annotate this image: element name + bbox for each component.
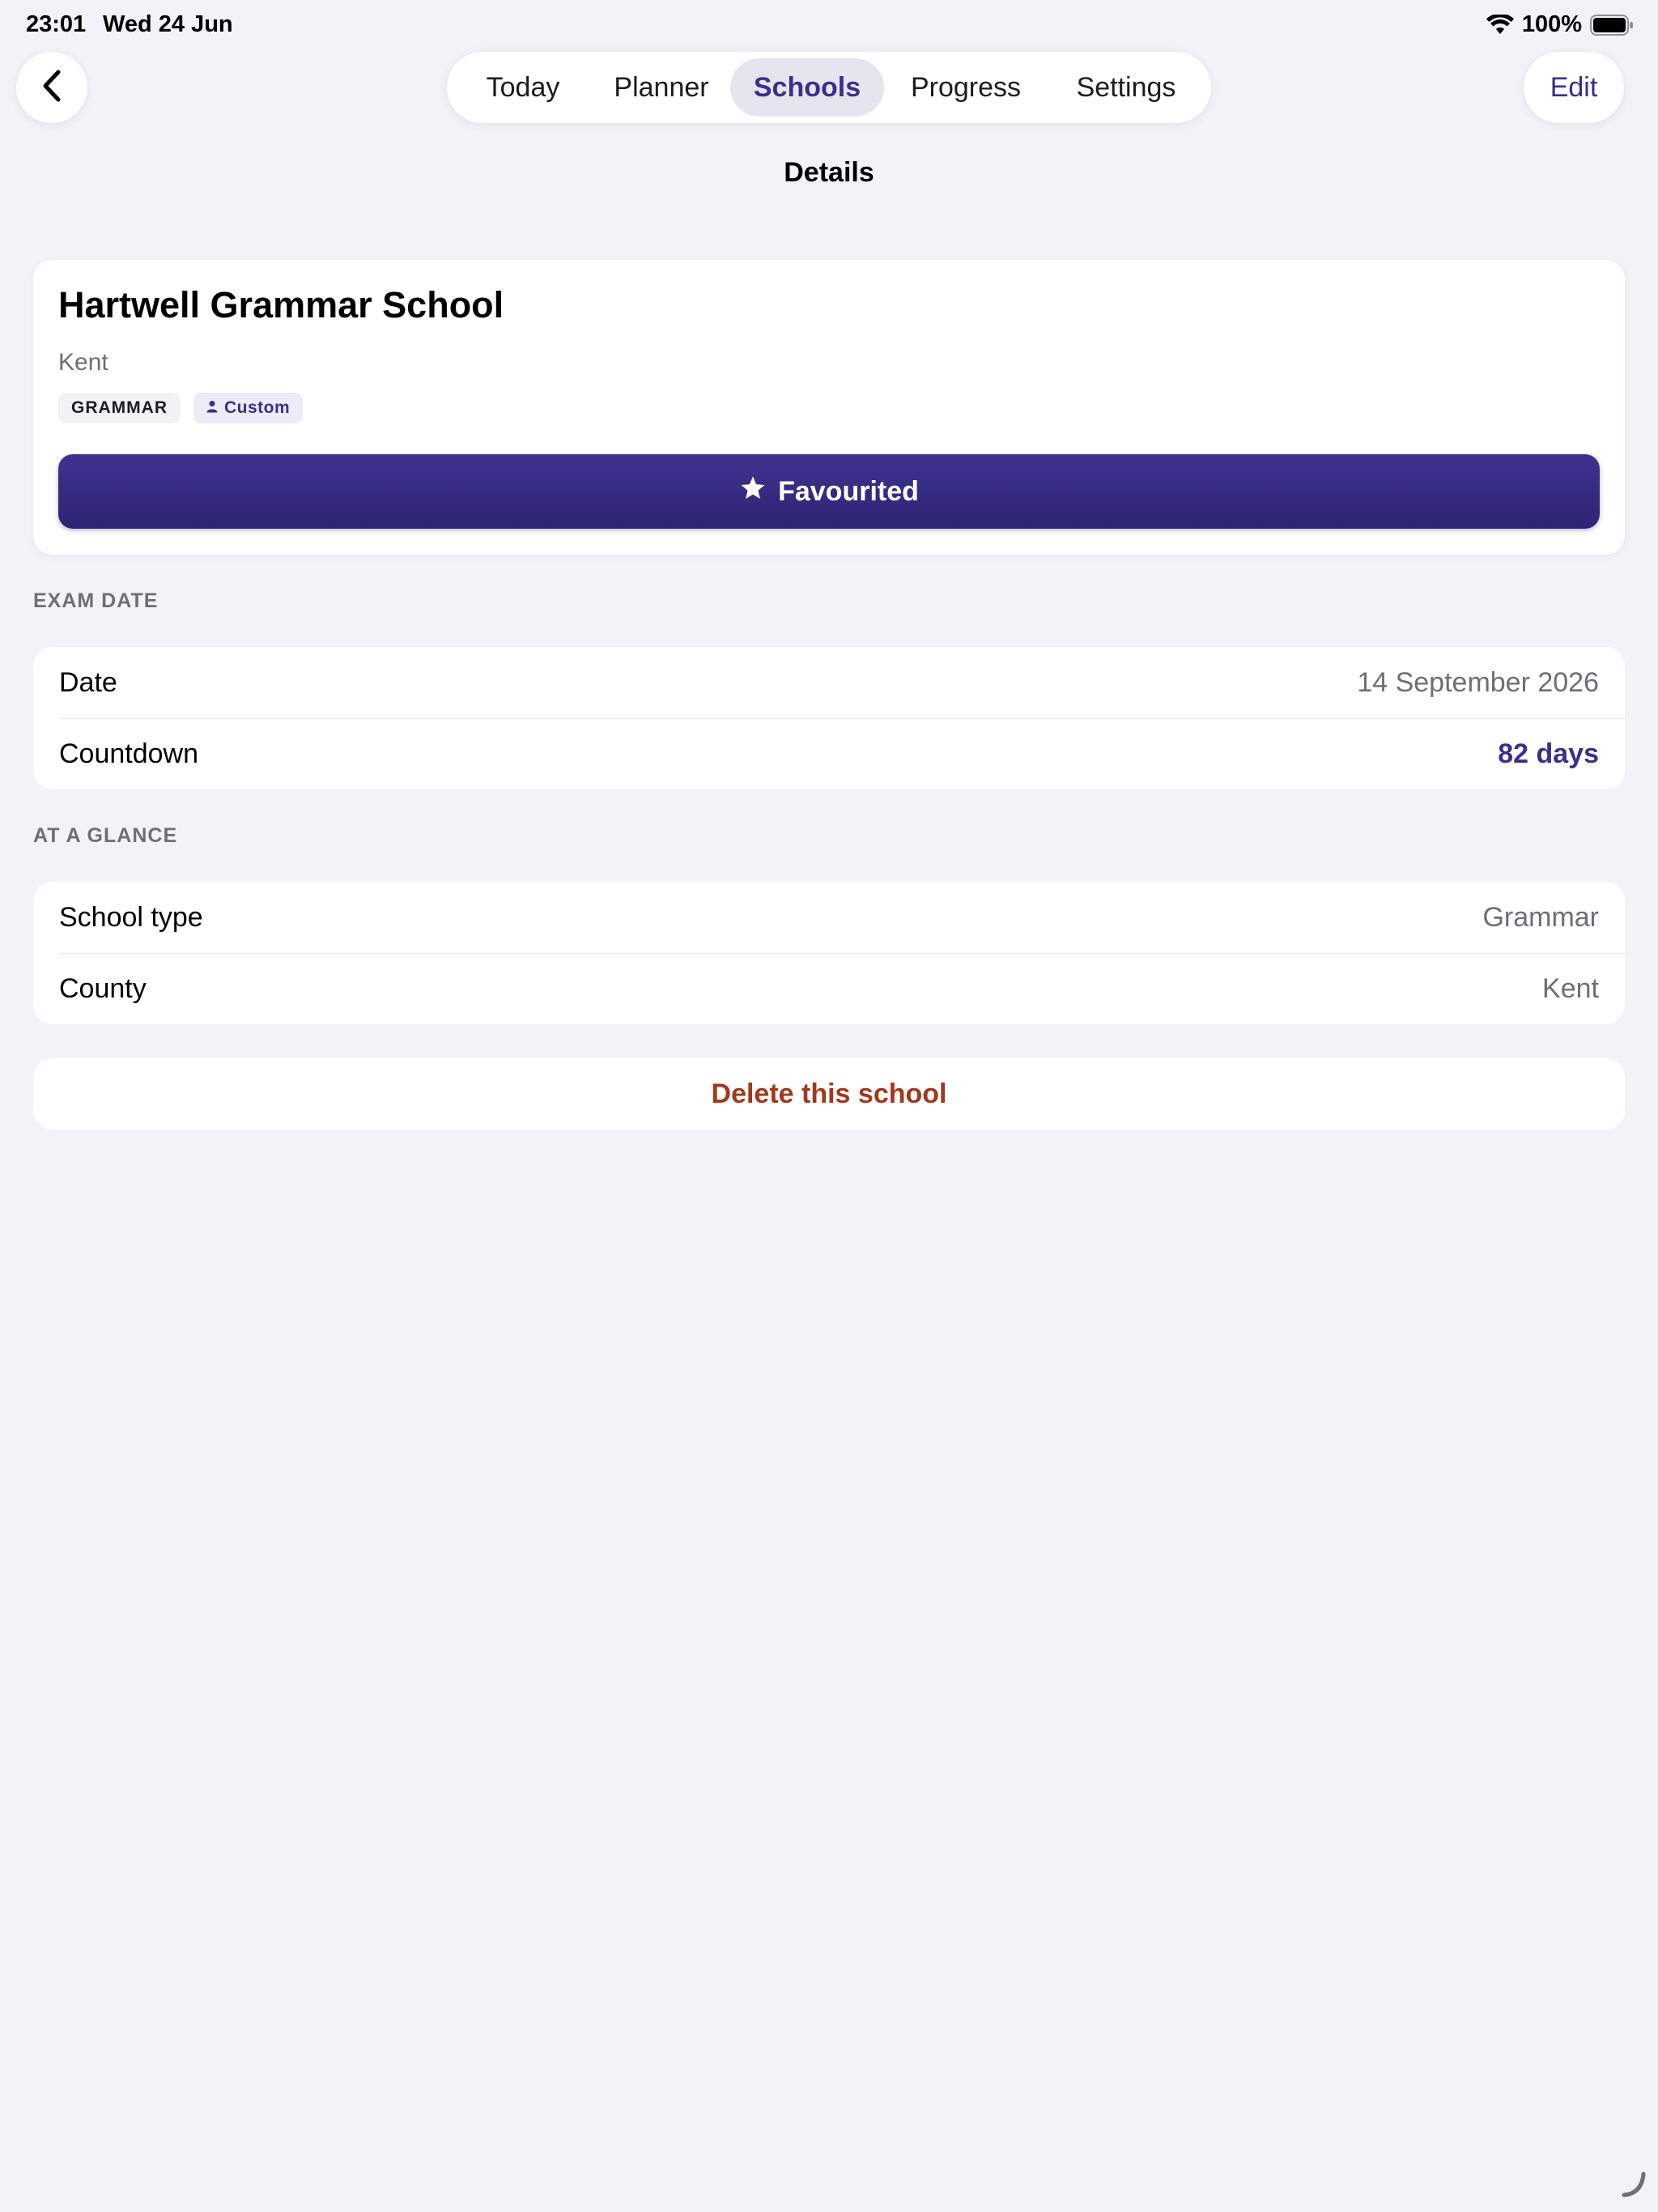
tag-grammar: GRAMMAR bbox=[58, 393, 181, 423]
delete-school-button[interactable]: Delete this school bbox=[33, 1058, 1625, 1129]
battery-percentage: 100% bbox=[1521, 11, 1582, 37]
school-county: Kent bbox=[58, 349, 108, 376]
tab-schools[interactable]: Schools bbox=[730, 58, 884, 117]
favourite-button[interactable]: Favourited bbox=[58, 454, 1600, 529]
chevron-left-icon bbox=[40, 69, 63, 107]
at-a-glance-group: School type Grammar County Kent bbox=[33, 882, 1625, 1024]
wifi-icon bbox=[1486, 14, 1514, 36]
tab-planner[interactable]: Planner bbox=[593, 58, 730, 117]
school-tags: GRAMMAR Custom bbox=[58, 393, 304, 423]
row-date: Date 14 September 2026 bbox=[33, 647, 1625, 718]
edit-button[interactable]: Edit bbox=[1524, 52, 1624, 123]
row-label: Date bbox=[59, 666, 117, 698]
person-icon bbox=[206, 398, 218, 418]
tab-settings[interactable]: Settings bbox=[1048, 58, 1205, 117]
status-time: 23:01 bbox=[26, 11, 87, 37]
exam-date-group: Date 14 September 2026 Countdown 82 days bbox=[33, 647, 1625, 789]
page-title: Details bbox=[784, 157, 874, 188]
section-label-at-a-glance: AT A GLANCE bbox=[33, 824, 178, 847]
row-value: 14 September 2026 bbox=[1357, 666, 1599, 698]
row-countdown: Countdown 82 days bbox=[33, 718, 1625, 789]
school-name: Hartwell Grammar School bbox=[58, 284, 504, 325]
row-value: Grammar bbox=[1482, 901, 1599, 933]
favourite-label: Favourited bbox=[778, 475, 919, 507]
row-label: School type bbox=[59, 901, 203, 933]
status-bar: 23:01 Wed 24 Jun 100% bbox=[0, 0, 1658, 52]
row-value: Kent bbox=[1542, 972, 1599, 1004]
status-indicators: 100% bbox=[1486, 11, 1634, 38]
tab-bar: Today Planner Schools Progress Settings bbox=[447, 52, 1211, 123]
school-header-card: Hartwell Grammar School Kent GRAMMAR Cus… bbox=[33, 260, 1625, 555]
row-county: County Kent bbox=[33, 953, 1625, 1024]
status-date: Wed 24 Jun bbox=[103, 11, 233, 37]
row-label: Countdown bbox=[59, 738, 199, 769]
section-label-exam-date: EXAM DATE bbox=[33, 589, 159, 612]
tag-custom: Custom bbox=[193, 393, 304, 423]
battery-icon bbox=[1590, 14, 1634, 36]
tab-progress[interactable]: Progress bbox=[884, 58, 1048, 117]
row-label: County bbox=[59, 972, 147, 1004]
countdown-value: 82 days bbox=[1498, 738, 1599, 769]
tab-today[interactable]: Today bbox=[453, 58, 593, 117]
tag-custom-label: Custom bbox=[223, 398, 291, 417]
row-school-type: School type Grammar bbox=[33, 882, 1625, 953]
star-icon bbox=[739, 474, 767, 509]
back-button[interactable] bbox=[16, 52, 87, 123]
resize-handle-icon[interactable] bbox=[1619, 2169, 1648, 2202]
